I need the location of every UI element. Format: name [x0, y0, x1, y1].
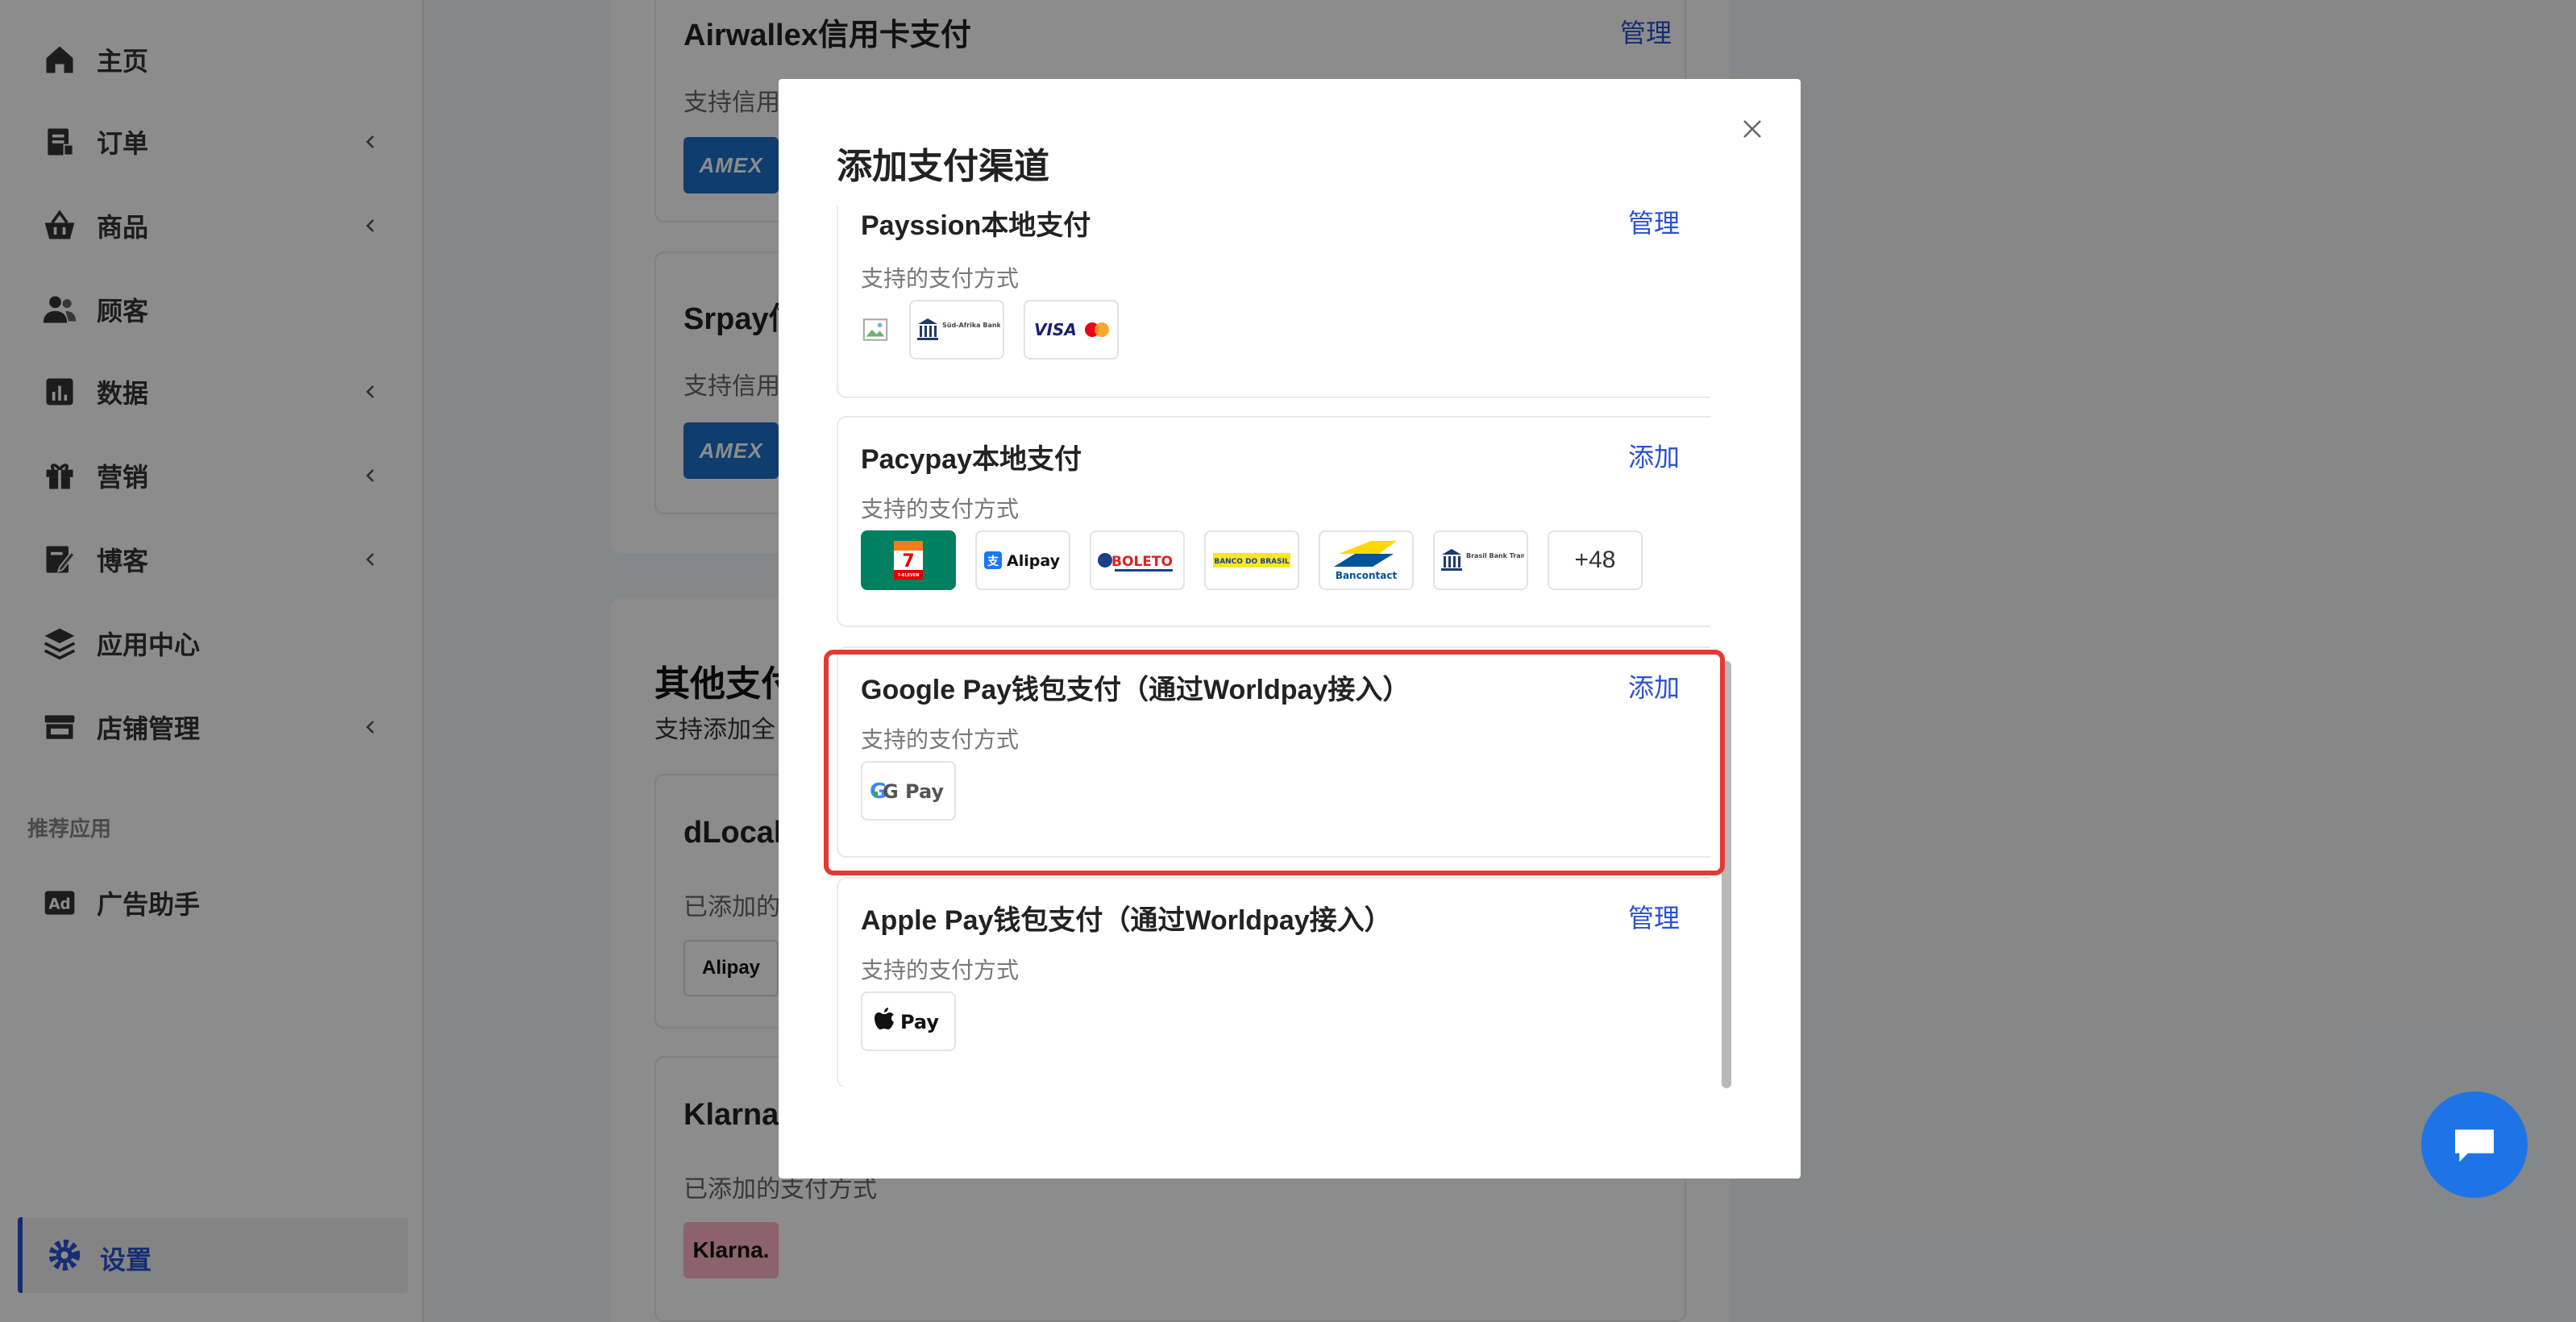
svg-text:Bancontact: Bancontact: [1336, 570, 1398, 581]
svg-text:Brasil Bank Transfer: Brasil Bank Transfer: [1466, 552, 1524, 559]
svg-text:Alipay: Alipay: [1007, 552, 1061, 570]
more-methods-badge[interactable]: +48: [1548, 530, 1643, 590]
modal-title: 添加支付渠道: [837, 147, 1049, 186]
chat-icon: [2455, 1129, 2494, 1162]
svg-text:7: 7: [902, 551, 914, 572]
highlight-annotation: [824, 650, 1725, 875]
channel-title: Apple Pay钱包支付（通过Worldpay接入）: [861, 905, 1392, 936]
bank-transfer-badge: Süd-Afrika Bank Transfer: [909, 300, 1004, 360]
channel-add-link[interactable]: 添加: [1628, 437, 1680, 474]
channel-title: Payssion本地支付: [861, 210, 1091, 241]
chat-support-button[interactable]: [2421, 1091, 2528, 1198]
channel-manage-link[interactable]: 管理: [1628, 898, 1680, 935]
payment-channel-card: Apple Pay钱包支付（通过Worldpay接入） 管理 支持的支付方式 P…: [837, 877, 1710, 1087]
broken-image-icon: [861, 300, 890, 360]
channel-sub: 支持的支付方式: [861, 497, 1020, 522]
channel-title: Pacypay本地支付: [861, 444, 1082, 475]
svg-text:Pay: Pay: [900, 1011, 939, 1033]
payment-channel-card: Pacypay本地支付 添加 支持的支付方式 7 7-ELEVEN 支 Alip…: [837, 416, 1710, 627]
brasil-bank-transfer-badge: Brasil Bank Transfer: [1433, 530, 1528, 590]
visa-mastercard-badge: VISA: [1024, 300, 1119, 360]
payment-methods: Pay: [861, 992, 956, 1051]
banco-do-brasil-badge: BANCO DO BRASIL: [1204, 530, 1299, 590]
channel-sub: 支持的支付方式: [861, 958, 1020, 983]
payment-methods: Süd-Afrika Bank Transfer VISA: [861, 300, 1119, 360]
payment-channel-list[interactable]: Payssion本地支付 管理 支持的支付方式 Süd-Afrika Bank …: [837, 206, 1710, 1087]
svg-text:支: 支: [987, 555, 999, 568]
alipay-badge: 支 Alipay: [975, 530, 1070, 590]
svg-text:BOLETO: BOLETO: [1111, 554, 1173, 570]
channel-sub: 支持的支付方式: [861, 266, 1020, 291]
close-icon: [1743, 120, 1761, 138]
seven-eleven-badge: 7 7-ELEVEN: [861, 530, 956, 590]
boleto-badge: BOLETO: [1090, 530, 1185, 590]
payment-channel-card: Payssion本地支付 管理 支持的支付方式 Süd-Afrika Bank …: [837, 206, 1710, 398]
bancontact-badge: Bancontact: [1319, 530, 1414, 590]
payment-methods: 7 7-ELEVEN 支 Alipay BOLETO BANCO DO BRAS…: [861, 530, 1643, 590]
apple-pay-badge: Pay: [861, 992, 956, 1051]
svg-text:Süd-Afrika Bank Transfer: Süd-Afrika Bank Transfer: [942, 322, 1000, 329]
svg-text:7-ELEVEN: 7-ELEVEN: [897, 573, 919, 578]
add-payment-channel-modal: 添加支付渠道 Payssion本地支付 管理 支持的支付方式 Süd-Afrik…: [779, 79, 1801, 1179]
svg-text:BANCO DO BRASIL: BANCO DO BRASIL: [1214, 558, 1290, 566]
close-button[interactable]: [1735, 111, 1770, 147]
svg-text:VISA: VISA: [1034, 320, 1077, 339]
channel-manage-link[interactable]: 管理: [1628, 206, 1680, 240]
